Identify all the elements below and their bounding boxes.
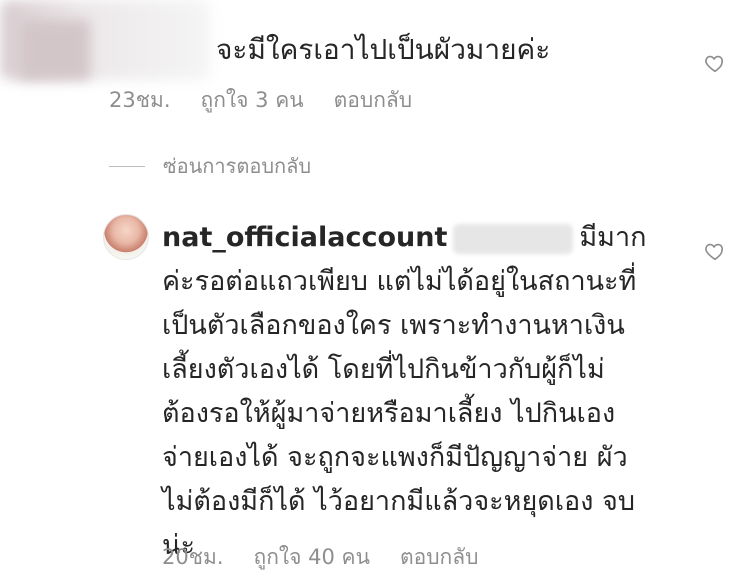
- comment-text: จะมีใครเอาไปเป็นผัวมายค่ะ: [216, 33, 551, 66]
- reply-meta: 20ชม. ถูกใจ 40 คน ตอบกลับ: [162, 541, 478, 574]
- hide-replies-label: ซ่อนการตอบกลับ: [163, 154, 312, 178]
- reply-line: เป็นตัวเลือกของใคร เพราะทำงานหาเงิน: [162, 310, 625, 341]
- reply-body: nat_officialaccount มีมาก ค่ะรอต่อแถวเพีย…: [162, 216, 662, 568]
- reply-line: จ่ายเองได้ จะถูกจะแพงก็มีปัญญาจ่าย ผัว: [162, 442, 628, 473]
- divider-line: [109, 165, 145, 167]
- comment-timestamp: 23ชม.: [109, 88, 171, 112]
- reply-line: ไม่ต้องมีก็ได้ ไว้อยากมีแล้วจะหยุดเอง จบ: [162, 486, 635, 517]
- avatar[interactable]: [103, 214, 149, 260]
- comment-meta: 23ชม. ถูกใจ 3 คน ตอบกลับ: [109, 84, 412, 117]
- hide-replies-toggle[interactable]: ซ่อนการตอบกลับ: [109, 150, 311, 182]
- reply-reply-button[interactable]: ตอบกลับ: [400, 541, 479, 574]
- reply-line: ต้องรอให้ผู้มาจ่ายหรือมาเลี้ยง ไปกินเอง: [162, 398, 616, 429]
- reply-line: เลี้ยงตัวเองได้ โดยที่ไปกินข้าวกับผู้ก็ไ…: [162, 354, 605, 385]
- comment-likes-link[interactable]: ถูกใจ 3 คน: [201, 84, 304, 117]
- reply-likes-link[interactable]: ถูกใจ 40 คน: [254, 541, 370, 574]
- reply-timestamp: 20ชม.: [162, 545, 224, 569]
- like-heart-icon[interactable]: [704, 52, 726, 74]
- reply-line: ค่ะรอต่อแถวเพียบ แต่ไม่ได้อยู่ในสถานะที่: [162, 266, 637, 297]
- comment-reply-button[interactable]: ตอบกลับ: [334, 84, 413, 117]
- reply-like-heart-icon[interactable]: [704, 240, 726, 262]
- blurred-avatar: [20, 20, 90, 80]
- reply-line: มีมาก: [579, 222, 647, 253]
- masked-mention: [453, 223, 574, 254]
- reply-username[interactable]: nat_officialaccount: [162, 222, 447, 253]
